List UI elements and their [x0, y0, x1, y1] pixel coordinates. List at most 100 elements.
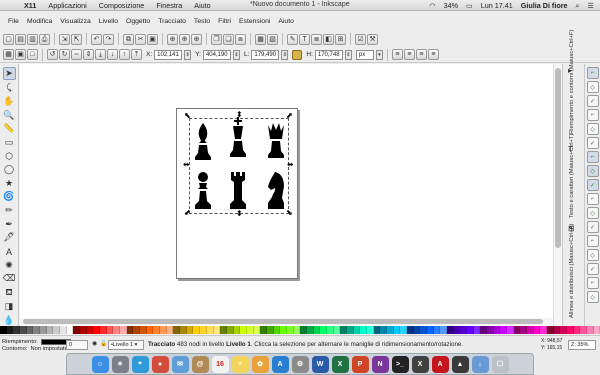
contacts-app[interactable]: @ — [191, 355, 209, 373]
notification-icon[interactable]: ☰ — [588, 1, 594, 10]
palette-swatch[interactable] — [153, 326, 161, 334]
preferences-icon[interactable]: ⚒ — [367, 33, 378, 45]
palette-swatch[interactable] — [146, 326, 154, 334]
tweak-tool-icon[interactable]: ✋ — [3, 96, 16, 108]
handle-bottom-left-icon[interactable]: ⬋ — [184, 209, 191, 217]
text-tool-icon[interactable]: A — [3, 246, 16, 258]
eye-icon[interactable]: ◉ — [92, 341, 97, 347]
palette-swatch[interactable] — [353, 326, 361, 334]
palette-swatch[interactable] — [286, 326, 294, 334]
handle-left-icon[interactable]: ⬌ — [183, 161, 190, 169]
palette-swatch[interactable] — [280, 326, 287, 334]
width-spinner[interactable]: ⇕ — [281, 49, 289, 60]
zoom-drawing-icon[interactable]: ⊕ — [179, 33, 190, 45]
palette-swatch[interactable] — [200, 326, 207, 334]
palette-swatch[interactable] — [53, 326, 61, 334]
snap-page-border-icon[interactable]: ✓ — [586, 263, 599, 275]
safari-app[interactable]: ⌖ — [131, 355, 149, 373]
mac-menu-applicazioni[interactable]: Applicazioni — [42, 1, 92, 10]
appstore-app[interactable]: A — [271, 355, 289, 373]
palette-swatch[interactable] — [93, 326, 101, 334]
palette-swatch[interactable] — [326, 326, 334, 334]
import-icon[interactable]: ⇲ — [59, 33, 70, 45]
palette-swatch[interactable] — [166, 326, 174, 334]
mail-app[interactable]: ✉ — [171, 355, 189, 373]
palette-swatch[interactable] — [193, 326, 201, 334]
palette-swatch[interactable] — [133, 326, 141, 334]
mac-menu-finestra[interactable]: Finestra — [150, 1, 188, 10]
lower-icon[interactable]: ↓ — [107, 49, 118, 60]
group-icon[interactable]: ▦ — [255, 33, 266, 45]
mac-menu-aiuto[interactable]: Aiuto — [188, 1, 216, 10]
snap-paths-icon[interactable]: ◇ — [586, 165, 599, 177]
palette-swatch[interactable] — [253, 326, 261, 334]
palette-swatch[interactable] — [86, 326, 94, 334]
layer-select[interactable]: •Livello 1 ▾ — [108, 340, 144, 350]
palette-swatch[interactable] — [406, 326, 414, 334]
palette-swatch[interactable] — [593, 326, 600, 334]
height-input[interactable]: 170,748 — [314, 49, 343, 60]
horizontal-scrollbar[interactable] — [20, 318, 553, 325]
palette-swatch[interactable] — [360, 326, 367, 334]
mac-menu-composizione[interactable]: Composizione — [93, 1, 151, 10]
palette-swatch[interactable] — [453, 326, 461, 334]
paste-icon[interactable]: ▣ — [147, 33, 158, 45]
palette-swatch[interactable] — [206, 326, 214, 334]
palette-swatch[interactable] — [533, 326, 541, 334]
palette-swatch[interactable] — [293, 326, 301, 334]
palette-swatch[interactable] — [440, 326, 448, 334]
palette-swatch[interactable] — [13, 326, 21, 334]
trash-app[interactable]: ☐ — [491, 355, 509, 373]
flip-vertical-icon[interactable]: ⇕ — [83, 49, 94, 60]
palette-swatch[interactable] — [420, 326, 427, 334]
palette-swatch[interactable] — [580, 326, 588, 334]
knight-piece[interactable] — [265, 170, 287, 210]
palette-swatch[interactable] — [373, 326, 381, 334]
palette-swatch[interactable] — [180, 326, 187, 334]
raise-top-icon[interactable]: ⤒ — [131, 49, 142, 60]
inkscape-app[interactable]: ▲ — [451, 355, 469, 373]
palette-swatch[interactable] — [160, 326, 167, 334]
open-icon[interactable]: ▤ — [15, 33, 26, 45]
copy-icon[interactable]: ⧉ — [123, 33, 134, 45]
palette-swatch[interactable] — [113, 326, 121, 334]
palette-swatch[interactable] — [120, 326, 127, 334]
downloads-app[interactable]: ↓ — [471, 355, 489, 373]
vertical-scrollbar[interactable] — [553, 64, 562, 326]
horizontal-scroll-thumb[interactable] — [23, 319, 543, 324]
menu-file[interactable]: File — [4, 18, 23, 25]
bucket-tool-icon[interactable]: ⛾ — [3, 287, 16, 299]
opacity-spinner[interactable]: 0 — [66, 340, 88, 350]
palette-swatch[interactable] — [380, 326, 387, 334]
palette-swatch[interactable] — [567, 326, 574, 334]
snap-centers-icon[interactable]: ⌐ — [586, 235, 599, 247]
palette-swatch[interactable] — [60, 326, 67, 334]
handle-top-right-icon[interactable]: ⬈ — [286, 112, 293, 120]
snap-toggle-icon[interactable]: ⌐ — [586, 67, 599, 79]
palette-swatch[interactable] — [266, 326, 274, 334]
duplicate-icon[interactable]: ❐ — [211, 33, 222, 45]
handle-right-icon[interactable]: ⬌ — [287, 161, 294, 169]
xml-editor-icon[interactable]: ◧ — [323, 33, 334, 45]
wifi-icon[interactable]: ◠ — [429, 1, 435, 10]
palette-swatch[interactable] — [547, 326, 554, 334]
palette-swatch[interactable] — [413, 326, 421, 334]
gradient-tool-icon[interactable]: ◨ — [3, 301, 16, 313]
zoom-tool-icon[interactable]: 🔍 — [3, 109, 16, 121]
clone-icon[interactable]: ❏ — [223, 33, 234, 45]
battery-icon[interactable]: ▭ — [466, 1, 473, 10]
palette-swatch[interactable] — [400, 326, 407, 334]
x-spinner[interactable]: ⇕ — [184, 49, 192, 60]
lower-bottom-icon[interactable]: ⤓ — [95, 49, 106, 60]
print-icon[interactable]: ⎙ — [39, 33, 50, 45]
powerpoint-app[interactable]: P — [351, 355, 369, 373]
select-all-icon[interactable]: ▦ — [3, 49, 14, 60]
rotate-ccw-icon[interactable]: ↺ — [47, 49, 58, 60]
palette-swatch[interactable] — [186, 326, 194, 334]
unlink-clone-icon[interactable]: ⧈ — [235, 33, 246, 45]
text-font-icon[interactable]: T — [299, 33, 310, 45]
ellipse-tool-icon[interactable]: ◯ — [3, 164, 16, 176]
move-patterns-icon[interactable]: ≡ — [427, 49, 439, 60]
rook-piece[interactable] — [227, 170, 249, 210]
width-input[interactable]: 179,490 — [251, 49, 280, 60]
